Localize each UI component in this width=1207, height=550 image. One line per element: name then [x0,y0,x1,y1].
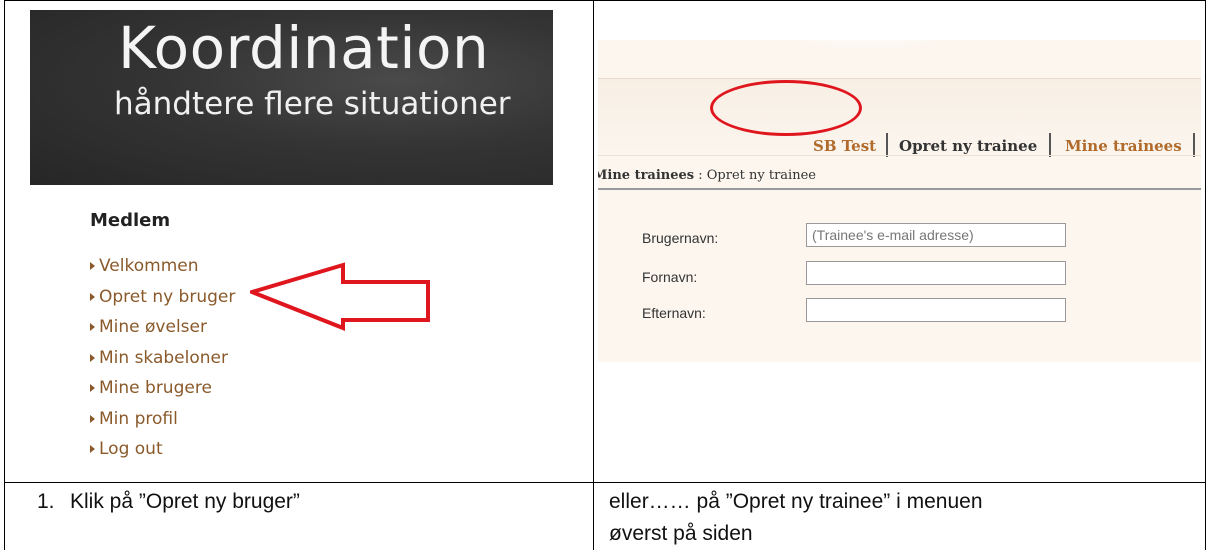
menu-item-label: Mine øvelser [99,317,207,337]
table-border-top [4,0,1206,1]
member-menu: Velkommen Opret ny bruger Mine øvelser M… [90,253,235,467]
menu-item-velkommen[interactable]: Velkommen [90,253,235,284]
trainee-page-screenshot: SB Test Opret ny trainee Mine trainees M… [598,40,1201,362]
nav-separator [1193,133,1195,157]
caption-left: Klik på ”Opret ny bruger” [70,490,300,513]
menu-item-label: Min skabeloner [99,347,228,368]
top-navigation: SB Test Opret ny trainee Mine trainees [598,79,1201,157]
breadcrumb-divider [598,188,1201,190]
menu-item-min-profil[interactable]: Min profil [90,406,235,437]
bullet-triangle-icon [90,323,95,331]
table-border-left [4,0,5,550]
nav-separator [1049,133,1051,157]
bullet-triangle-icon [90,292,95,301]
breadcrumb: Mine trainees : Opret ny trainee [598,168,816,183]
lastname-label: Efternavn: [642,305,706,321]
red-arrow-icon [250,262,430,331]
menu-heading: Medlem [90,210,171,231]
banner-subtitle: håndtere flere situationer [114,86,511,122]
caption-step-number: 1. [37,490,55,513]
bullet-triangle-icon [90,414,95,423]
nav-item-sb-test[interactable]: SB Test [813,137,876,155]
site-banner: Koordination håndtere flere situationer [30,10,553,185]
username-input[interactable] [806,223,1066,247]
nav-bottom-border [598,155,1201,156]
nav-item-mine-trainees[interactable]: Mine trainees [1065,137,1182,155]
nav-separator [886,133,888,157]
firstname-label: Fornavn: [642,269,698,285]
caption-right-line2: øverst på siden [609,522,753,545]
menu-item-label: Velkommen [99,256,199,276]
breadcrumb-current-page: Opret ny trainee [706,168,816,183]
header-decoration [768,40,968,50]
menu-item-opret-ny-bruger[interactable]: Opret ny bruger [90,284,235,315]
menu-item-label: Log out [99,439,163,459]
firstname-input[interactable] [806,261,1066,285]
breadcrumb-section-link[interactable]: Mine trainees [598,168,694,183]
menu-item-label: Opret ny bruger [99,286,236,307]
bullet-triangle-icon [90,445,95,453]
bullet-triangle-icon [90,384,95,392]
nav-item-opret-ny-trainee[interactable]: Opret ny trainee [899,137,1037,155]
table-border-right [1205,0,1206,550]
table-border-middle [593,0,594,550]
banner-title: Koordination [118,14,490,82]
menu-item-mine-ovelser[interactable]: Mine øvelser [90,314,235,345]
bullet-triangle-icon [90,353,95,362]
bullet-triangle-icon [90,262,95,270]
lastname-input[interactable] [806,298,1066,322]
username-label: Brugernavn: [642,230,719,246]
menu-item-mine-brugere[interactable]: Mine brugere [90,375,235,406]
caption-right-line1: eller…… på ”Opret ny trainee” i menuen [609,490,983,513]
menu-item-log-out[interactable]: Log out [90,436,235,467]
table-row-divider [4,482,1206,483]
menu-item-label: Mine brugere [99,378,212,398]
menu-item-min-skabeloner[interactable]: Min skabeloner [90,345,235,376]
breadcrumb-separator: : [694,168,707,183]
menu-item-label: Min profil [99,408,178,429]
highlight-circle [710,80,862,136]
